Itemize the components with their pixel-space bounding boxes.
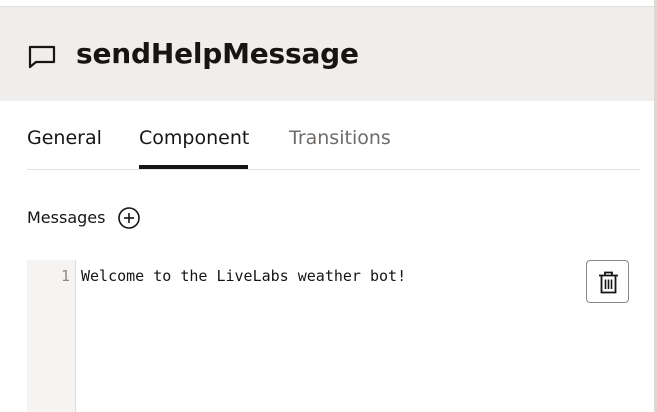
tab-bar: General Component Transitions <box>27 101 640 170</box>
page-title: sendHelpMessage <box>76 37 359 70</box>
message-code-editor[interactable]: 1 Welcome to the LiveLabs weather bot! <box>27 260 587 412</box>
messages-label: Messages <box>27 208 106 227</box>
trash-icon <box>599 271 618 294</box>
top-edge <box>0 0 657 7</box>
panel-header: sendHelpMessage <box>0 7 654 101</box>
chat-bubble-icon <box>27 44 57 70</box>
line-number-gutter: 1 <box>27 260 76 412</box>
delete-message-button[interactable] <box>586 260 629 303</box>
code-line[interactable]: Welcome to the LiveLabs weather bot! <box>81 267 406 285</box>
line-number: 1 <box>60 267 70 285</box>
tab-general[interactable]: General <box>27 127 102 149</box>
tab-component[interactable]: Component <box>139 127 249 149</box>
plus-circle-icon[interactable] <box>117 206 141 230</box>
tab-transitions[interactable]: Transitions <box>289 127 391 149</box>
active-tab-indicator <box>139 165 248 169</box>
